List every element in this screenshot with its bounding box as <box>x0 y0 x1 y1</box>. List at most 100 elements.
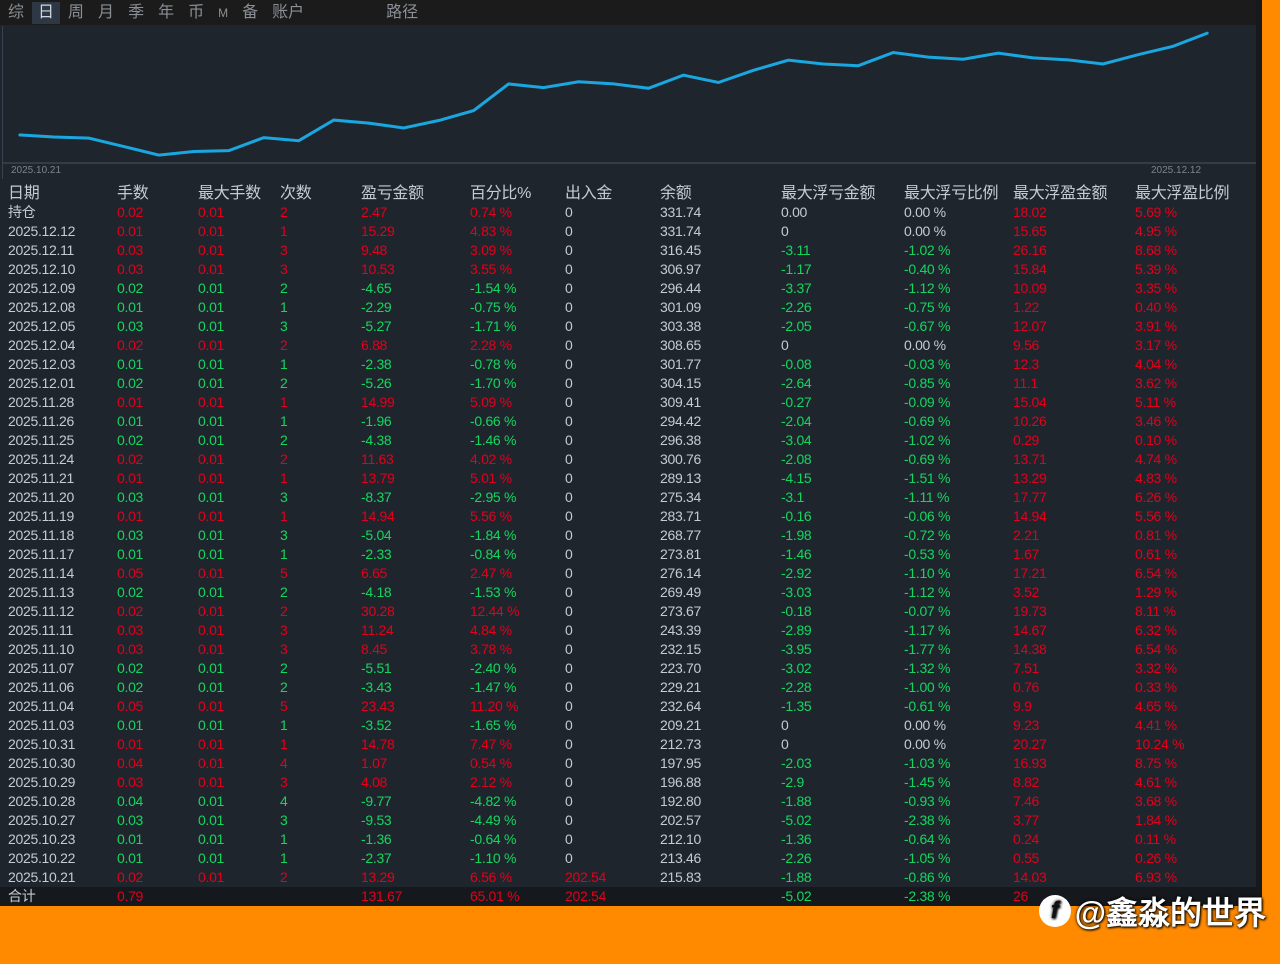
table-row[interactable]: 2025.11.13 0.02 0.01 2 -4.18 -1.53 % 0 269.49 -3… <box>0 583 1262 602</box>
table-row[interactable]: 2025.11.26 0.01 0.01 1 -1.96 -0.66 % 0 294.42 -2… <box>0 412 1262 431</box>
path-button[interactable]: 路径 <box>380 2 424 24</box>
table-row[interactable]: 2025.10.28 0.04 0.01 4 -9.77 -4.82 % 0 192.80 -1… <box>0 792 1262 811</box>
table-row[interactable]: 2025.10.31 0.01 0.01 1 14.78 7.47 % 0 212.73 0 0.… <box>0 735 1262 754</box>
cell-count: 3 <box>280 261 288 277</box>
header-max-loss[interactable]: 最大浮亏金额 <box>781 184 876 203</box>
cell-max-loss: -3.03 <box>781 584 812 600</box>
table-row[interactable]: 2025.11.04 0.05 0.01 5 23.43 11.20 % 0 232.64 -1… <box>0 697 1262 716</box>
header-pnl[interactable]: 盈亏金额 <box>361 184 424 203</box>
table-row[interactable]: 2025.11.24 0.02 0.01 2 11.63 4.02 % 0 300.76 -2.… <box>0 450 1262 469</box>
header-max-profit-pct[interactable]: 最大浮盈比例 <box>1135 184 1230 203</box>
header-max-loss-pct[interactable]: 最大浮亏比例 <box>904 184 999 203</box>
cell-pct: 0.74 % <box>470 204 512 220</box>
table-row[interactable]: 2025.12.03 0.01 0.01 1 -2.38 -0.78 % 0 301.77 -0… <box>0 355 1262 374</box>
table-row[interactable]: 2025.12.04 0.02 0.01 2 6.88 2.28 % 0 308.65 0 0.0… <box>0 336 1262 355</box>
cell-max-lots: 0.01 <box>198 375 225 391</box>
cell-pnl: -2.33 <box>361 546 392 562</box>
table-row[interactable]: 2025.12.08 0.01 0.01 1 -2.29 -0.75 % 0 301.09 -2… <box>0 298 1262 317</box>
header-max-lots[interactable]: 最大手数 <box>198 184 261 203</box>
top-tab-bar: 综日周月季年币 M 备账户 路径 <box>0 0 1262 25</box>
cell-pnl: 131.67 <box>361 888 403 904</box>
table-row[interactable]: 2025.11.19 0.01 0.01 1 14.94 5.56 % 0 283.71 -0.… <box>0 507 1262 526</box>
table-row[interactable]: 2025.12.01 0.02 0.01 2 -5.26 -1.70 % 0 304.15 -2… <box>0 374 1262 393</box>
cell-in-out: 0 <box>565 698 573 714</box>
tab-9[interactable]: 账户 <box>266 2 310 24</box>
cell-max-loss-pct: -0.07 % <box>904 603 951 619</box>
tab-8[interactable]: 备 <box>236 2 264 24</box>
cell-max-loss-pct: -1.11 % <box>904 489 950 505</box>
cell-count: 1 <box>280 223 288 239</box>
cell-pnl: 30.28 <box>361 603 395 619</box>
table-row[interactable]: 2025.11.03 0.01 0.01 1 -3.52 -1.65 % 0 209.21 0 0… <box>0 716 1262 735</box>
table-row[interactable]: 持仓 0.02 0.01 2 2.47 0.74 % 0 331.74 0.00 0.00 % 18… <box>0 203 1262 222</box>
cell-pct: -1.71 % <box>470 318 517 334</box>
cell-in-out: 0 <box>565 337 573 353</box>
tab-5[interactable]: 年 <box>152 2 180 24</box>
tab-1[interactable]: 日 <box>32 1 61 24</box>
cell-max-loss: -3.04 <box>781 432 812 448</box>
tab-7[interactable]: M <box>212 2 234 24</box>
cell-in-out: 0 <box>565 717 573 733</box>
table-row[interactable]: 2025.12.12 0.01 0.01 1 15.29 4.83 % 0 331.74 0 0.… <box>0 222 1262 241</box>
table-row[interactable]: 2025.11.12 0.02 0.01 2 30.28 12.44 % 0 273.67 -0… <box>0 602 1262 621</box>
header-max-profit[interactable]: 最大浮盈金额 <box>1013 184 1108 203</box>
cell-pct: 7.47 % <box>470 736 512 752</box>
table-row[interactable]: 2025.10.21 0.02 0.01 2 13.29 6.56 % 202.54 215.… <box>0 868 1262 887</box>
table-row[interactable]: 2025.10.29 0.03 0.01 3 4.08 2.12 % 0 196.88 -2.9… <box>0 773 1262 792</box>
table-row[interactable]: 2025.11.11 0.03 0.01 3 11.24 4.84 % 0 243.39 -2.… <box>0 621 1262 640</box>
table-row[interactable]: 2025.11.07 0.02 0.01 2 -5.51 -2.40 % 0 223.70 -3… <box>0 659 1262 678</box>
header-pct[interactable]: 百分比% <box>470 184 531 203</box>
table-row[interactable]: 2025.11.06 0.02 0.01 2 -3.43 -1.47 % 0 229.21 -2… <box>0 678 1262 697</box>
cell-lots: 0.01 <box>117 470 144 486</box>
tab-2[interactable]: 周 <box>62 2 90 24</box>
cell-balance: 232.15 <box>660 641 702 657</box>
tab-3[interactable]: 月 <box>92 2 120 24</box>
vertical-scrollbar[interactable] <box>1256 0 1262 906</box>
cell-max-profit-pct: 0.81 % <box>1135 527 1177 543</box>
table-row[interactable]: 2025.11.18 0.03 0.01 3 -5.04 -1.84 % 0 268.77 -1… <box>0 526 1262 545</box>
table-row[interactable]: 2025.12.05 0.03 0.01 3 -5.27 -1.71 % 0 303.38 -2… <box>0 317 1262 336</box>
table-row[interactable]: 2025.10.27 0.03 0.01 3 -9.53 -4.49 % 0 202.57 -5… <box>0 811 1262 830</box>
cell-balance: 232.64 <box>660 698 702 714</box>
table-row[interactable]: 2025.10.23 0.01 0.01 1 -1.36 -0.64 % 0 212.10 -1… <box>0 830 1262 849</box>
table-row[interactable]: 2025.11.17 0.01 0.01 1 -2.33 -0.84 % 0 273.81 -1… <box>0 545 1262 564</box>
tab-6[interactable]: 币 <box>182 2 210 24</box>
cell-pct: 12.44 % <box>470 603 520 619</box>
table-row[interactable]: 2025.11.14 0.05 0.01 5 6.65 2.47 % 0 276.14 -2.9… <box>0 564 1262 583</box>
cell-max-profit-pct: 4.95 % <box>1135 223 1177 239</box>
cell-lots: 0.02 <box>117 280 144 296</box>
tab-0[interactable]: 综 <box>2 2 30 24</box>
table-row[interactable]: 2025.11.10 0.03 0.01 3 8.45 3.78 % 0 232.15 -3.9… <box>0 640 1262 659</box>
header-lots[interactable]: 手数 <box>117 184 149 203</box>
cell-count: 1 <box>280 546 288 562</box>
table-row[interactable]: 2025.12.11 0.03 0.01 3 9.48 3.09 % 0 316.45 -3.1… <box>0 241 1262 260</box>
header-balance[interactable]: 余额 <box>660 184 692 203</box>
table-row[interactable]: 2025.10.30 0.04 0.01 4 1.07 0.54 % 0 197.95 -2.0… <box>0 754 1262 773</box>
table-row[interactable]: 2025.11.28 0.01 0.01 1 14.99 5.09 % 0 309.41 -0.… <box>0 393 1262 412</box>
cell-max-lots: 0.01 <box>198 337 225 353</box>
table-row[interactable]: 2025.11.25 0.02 0.01 2 -4.38 -1.46 % 0 296.38 -3… <box>0 431 1262 450</box>
cell-max-loss-pct: -0.03 % <box>904 356 951 372</box>
cell-pnl: 6.65 <box>361 565 388 581</box>
table-row[interactable]: 2025.10.22 0.01 0.01 1 -2.37 -1.10 % 0 213.46 -2… <box>0 849 1262 868</box>
cell-date: 2025.11.20 <box>8 489 75 505</box>
cell-lots: 0.02 <box>117 451 144 467</box>
cell-max-profit-pct: 8.75 % <box>1135 755 1177 771</box>
cell-max-profit: 10.09 <box>1013 280 1047 296</box>
header-count[interactable]: 次数 <box>280 184 312 203</box>
cell-max-loss: -4.15 <box>781 470 812 486</box>
tab-4[interactable]: 季 <box>122 2 150 24</box>
cell-max-lots: 0.01 <box>198 717 225 733</box>
balance-point-2025.11.13 <box>542 86 545 89</box>
cell-date: 2025.12.03 <box>8 356 76 372</box>
header-in-out[interactable]: 出入金 <box>565 184 612 203</box>
header-date[interactable]: 日期 <box>8 184 40 203</box>
table-row[interactable]: 2025.12.09 0.02 0.01 2 -4.65 -1.54 % 0 296.44 -3… <box>0 279 1262 298</box>
table-row[interactable]: 2025.12.10 0.03 0.01 3 10.53 3.55 % 0 306.97 -1.… <box>0 260 1262 279</box>
balance-point-2025.11.04 <box>332 119 335 121</box>
cell-count: 1 <box>280 717 288 733</box>
cell-balance: 294.42 <box>660 413 702 429</box>
table-row[interactable]: 2025.11.20 0.03 0.01 3 -8.37 -2.95 % 0 275.34 -3… <box>0 488 1262 507</box>
cell-lots: 0.01 <box>117 508 144 524</box>
table-row[interactable]: 2025.11.21 0.01 0.01 1 13.79 5.01 % 0 289.13 -4.… <box>0 469 1262 488</box>
